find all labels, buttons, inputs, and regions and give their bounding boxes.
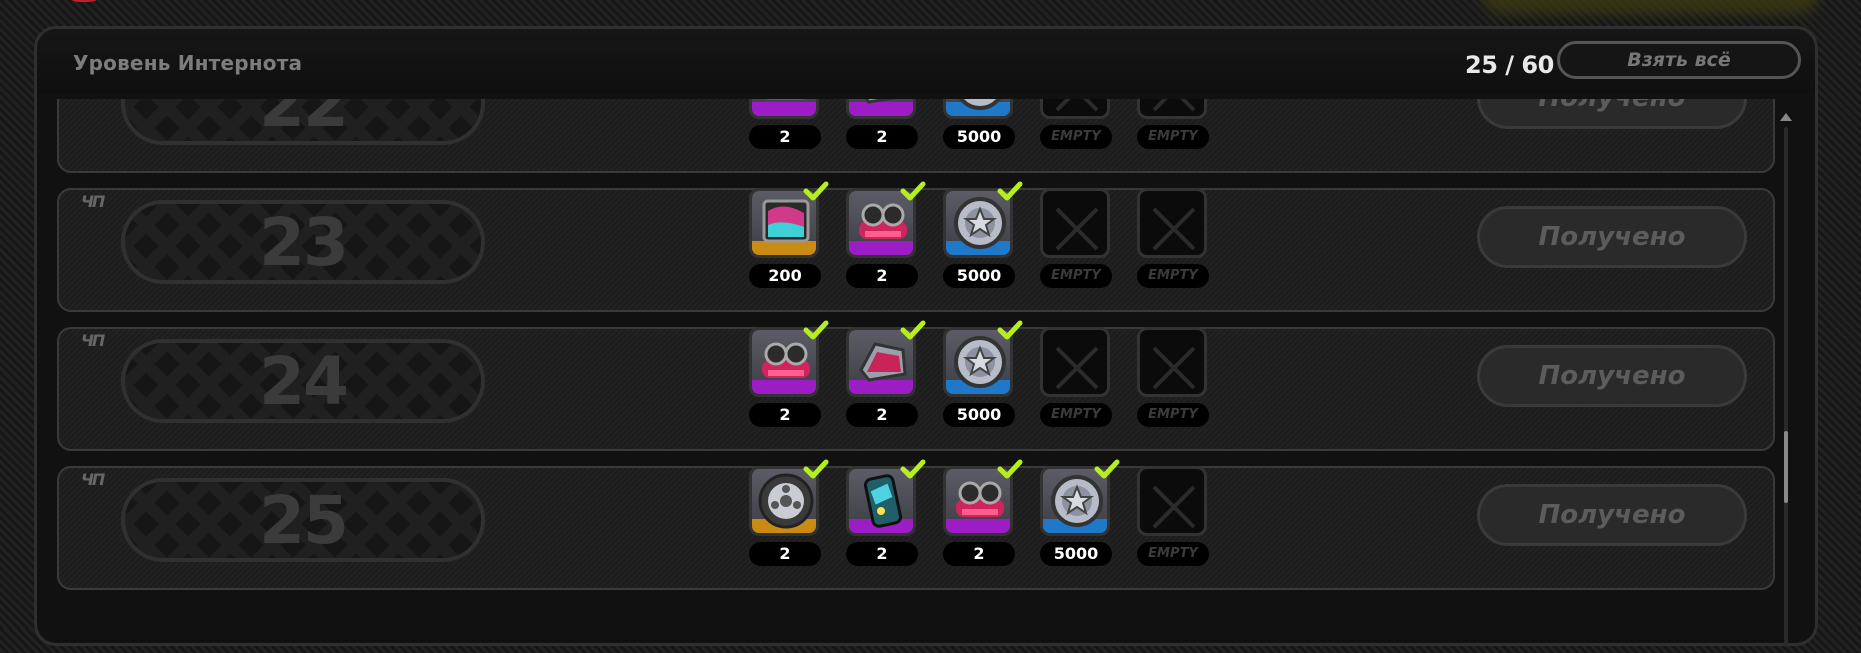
level-rewards-list[interactable]: ЧП22225000EMPTYEMPTYПолученоЧП2320025000… [57, 99, 1775, 649]
reward-quantity: 2 [846, 264, 918, 288]
take-all-button[interactable]: Взять всё [1557, 41, 1801, 79]
reward-quantity: 2 [846, 403, 918, 427]
rewards-group: 200 2 5000 EMPTY EMPTY [749, 181, 1219, 314]
level-number: 22 [259, 99, 349, 142]
level-badge: 24 [121, 339, 485, 423]
reward-card[interactable] [1137, 188, 1207, 258]
reward-quantity: 5000 [1040, 542, 1112, 566]
level-row: ЧП22225000EMPTYEMPTYПолучено [57, 99, 1775, 173]
checkmark-icon [997, 180, 1023, 202]
level-badge: 25 [121, 478, 485, 562]
reward-card[interactable] [1137, 466, 1207, 536]
reward-quantity: EMPTY [1137, 542, 1209, 566]
reward-card[interactable] [1137, 99, 1207, 119]
checkmark-icon [1094, 458, 1120, 480]
panel-header: Уровень Интернота 25 / 60 Взять всё [37, 29, 1815, 93]
claimed-button[interactable]: Получено [1477, 484, 1747, 546]
checkmark-icon [803, 180, 829, 202]
top-highlight-glow [1480, 0, 1820, 14]
reward-quantity: EMPTY [1040, 264, 1112, 288]
panel-title: Уровень Интернота [73, 51, 303, 75]
car-icon [754, 99, 816, 116]
reward-quantity: 2 [943, 542, 1015, 566]
checkmark-icon [803, 458, 829, 480]
car-body-icon [851, 99, 913, 116]
top-notification-badge [60, 0, 108, 2]
level-badge: 23 [121, 200, 485, 284]
checkmark-icon [997, 458, 1023, 480]
claimed-button[interactable]: Получено [1477, 345, 1747, 407]
reward-quantity: 5000 [943, 125, 1015, 149]
checkmark-icon [900, 458, 926, 480]
rewards-group: 2 2 2 5000 EMPTY [749, 459, 1219, 592]
reward-quantity: EMPTY [1137, 264, 1209, 288]
reward-card[interactable] [1040, 327, 1110, 397]
level-progress: 25 / 60 [1465, 51, 1554, 79]
reward-quantity: 200 [749, 264, 821, 288]
internet-level-panel: Уровень Интернота 25 / 60 Взять всё ЧП22… [34, 26, 1818, 649]
reward-quantity: 2 [846, 125, 918, 149]
level-row: ЧП 23 200 2 5000 EMPTY EMPTY Получено [57, 181, 1775, 314]
reward-quantity: 5000 [943, 403, 1015, 427]
level-row: ЧП 24 2 2 5000 EMPTY EMPTY Получено [57, 320, 1775, 453]
checkmark-icon [803, 319, 829, 341]
claimed-button[interactable]: Получено [1477, 206, 1747, 268]
reward-quantity: 2 [749, 125, 821, 149]
checkmark-icon [900, 180, 926, 202]
reward-quantity: 2 [749, 403, 821, 427]
scroll-thumb[interactable] [1784, 431, 1788, 503]
level-row: ЧП 25 2 2 2 5000 EMPTY Получено [57, 459, 1775, 592]
row-logo: ЧП [81, 470, 105, 489]
scroll-up-icon[interactable] [1780, 113, 1792, 121]
reward-card[interactable] [749, 99, 819, 119]
reward-quantity: EMPTY [1040, 125, 1112, 149]
reward-quantity: EMPTY [1137, 403, 1209, 427]
reward-card[interactable] [943, 99, 1013, 119]
reward-card[interactable] [846, 99, 916, 119]
level-number: 24 [259, 342, 349, 420]
checkmark-icon [900, 319, 926, 341]
reward-card[interactable] [1040, 188, 1110, 258]
scrollbar[interactable] [1779, 113, 1793, 653]
claimed-button[interactable]: Получено [1477, 99, 1747, 129]
reward-quantity: 2 [846, 542, 918, 566]
level-number: 23 [259, 203, 349, 281]
scroll-track[interactable] [1784, 127, 1788, 647]
rim-icon [948, 99, 1010, 116]
level-number: 25 [259, 481, 349, 559]
rewards-group: 2 2 5000 EMPTY EMPTY [749, 320, 1219, 453]
reward-quantity: 2 [749, 542, 821, 566]
reward-quantity: EMPTY [1040, 403, 1112, 427]
level-badge: 22 [121, 99, 485, 145]
reward-quantity: 5000 [943, 264, 1015, 288]
rewards-group: 2 2 5000 EMPTY EMPTY [749, 99, 1219, 175]
row-logo: ЧП [81, 192, 105, 211]
checkmark-icon [997, 319, 1023, 341]
reward-card[interactable] [1137, 327, 1207, 397]
reward-quantity: EMPTY [1137, 125, 1209, 149]
reward-card[interactable] [1040, 99, 1110, 119]
row-logo: ЧП [81, 331, 105, 350]
